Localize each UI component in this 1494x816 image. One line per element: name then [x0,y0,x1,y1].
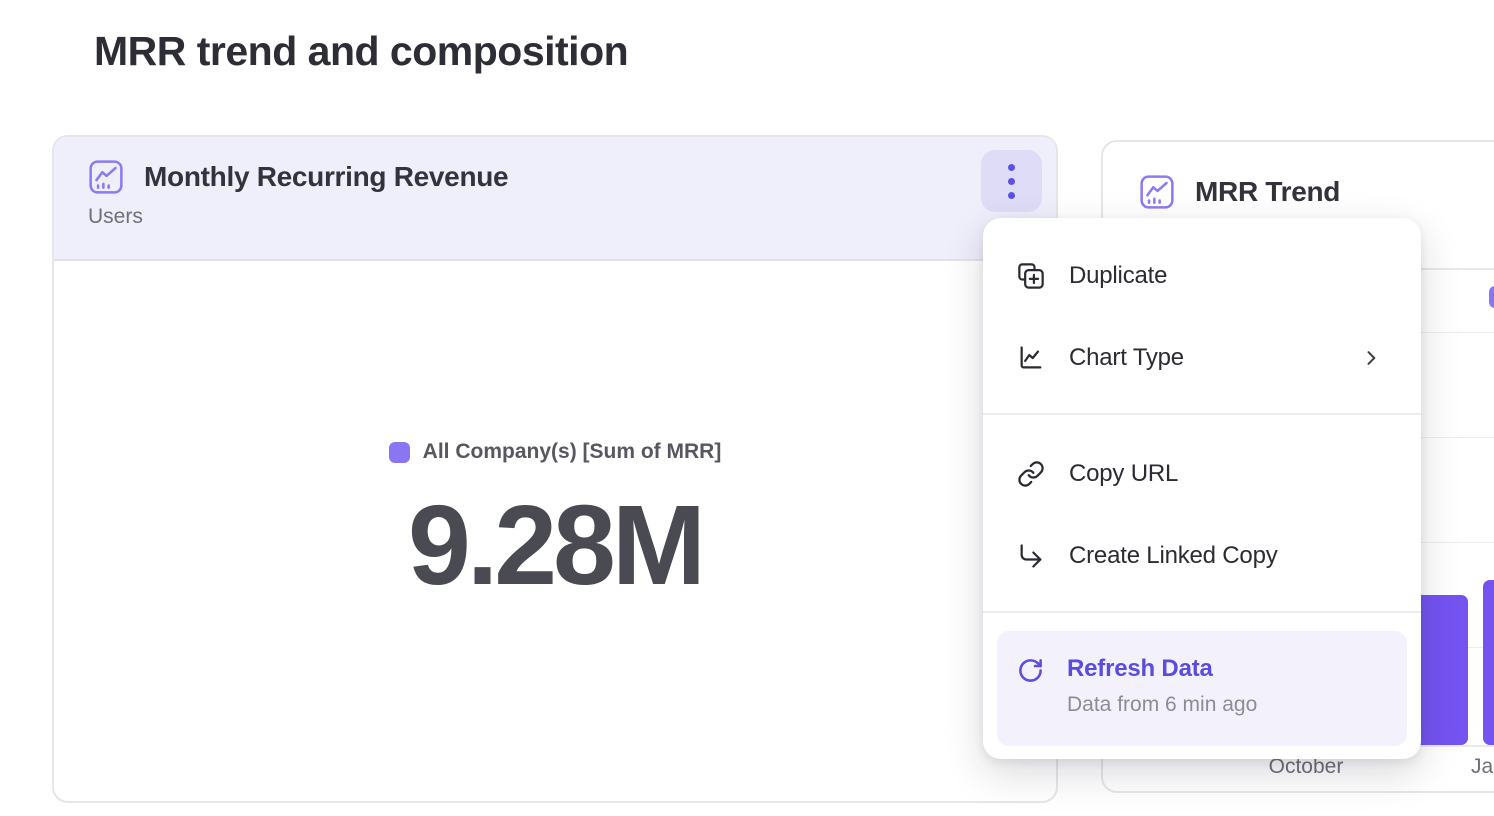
mrr-card: Monthly Recurring Revenue Users All Comp… [52,135,1058,803]
mrr-legend: All Company(s) [Sum of MRR] [54,440,1056,464]
chart-card-icon [1139,174,1175,210]
bar-january[interactable] [1483,580,1494,745]
context-menu: Duplicate Chart Type Copy URL [983,218,1421,759]
menu-item-chart-type[interactable]: Chart Type [983,317,1421,399]
menu-item-create-linked-copy[interactable]: Create Linked Copy [983,515,1421,597]
dashboard-page: { "page": { "title": "MRR trend and comp… [0,0,1494,816]
page-title: MRR trend and composition [94,28,628,75]
legend-label: All Company(s) [Sum of MRR] [423,440,722,464]
legend-swatch [389,442,410,463]
menu-item-label: Chart Type [1069,344,1184,372]
kebab-dot [1008,164,1015,171]
refresh-data-label: Refresh Data [1067,655,1257,683]
mrr-card-header: Monthly Recurring Revenue Users [54,137,1056,261]
menu-item-label: Copy URL [1069,460,1178,488]
mrr-card-subtitle: Users [88,205,1056,229]
link-icon [1017,460,1045,488]
chart-type-icon [1017,344,1045,372]
trend-card-title: MRR Trend [1195,176,1340,208]
refresh-icon [1017,657,1044,684]
menu-item-label: Create Linked Copy [1069,542,1278,570]
kebab-dot [1008,192,1015,199]
mrr-value: 9.28M [54,489,1056,602]
corner-down-right-icon [1017,542,1045,570]
menu-item-duplicate[interactable]: Duplicate [983,235,1421,317]
kebab-dot [1008,178,1015,185]
menu-item-refresh-data[interactable]: Refresh Data Data from 6 min ago [997,631,1407,746]
refresh-data-timestamp: Data from 6 min ago [1067,693,1257,717]
menu-divider [983,413,1421,415]
chart-card-icon [88,159,124,195]
menu-divider [983,611,1421,613]
menu-item-label: Duplicate [1069,262,1167,290]
card-options-button[interactable] [981,150,1042,212]
menu-item-copy-url[interactable]: Copy URL [983,433,1421,515]
chevron-right-icon [1361,348,1381,368]
x-axis-label-january: Ja [1471,755,1493,779]
mrr-card-title: Monthly Recurring Revenue [144,161,508,193]
duplicate-icon [1017,262,1045,290]
